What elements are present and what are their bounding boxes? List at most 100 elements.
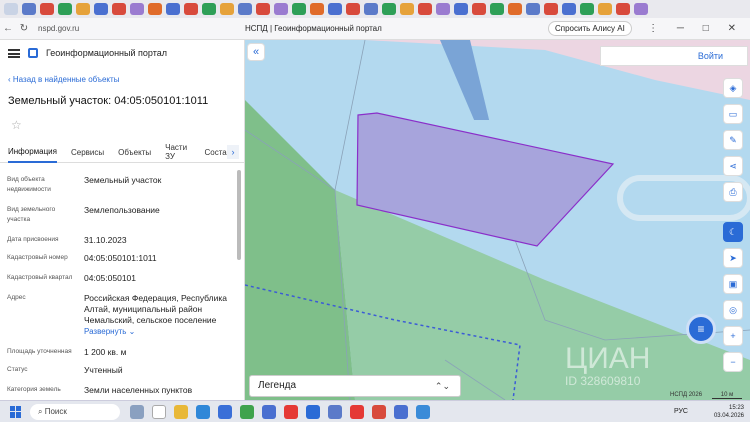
attribute-label: Вид объекта недвижимости [7,176,51,193]
back-arrow-icon[interactable]: ← [0,23,16,34]
map-canvas[interactable]: ЦИАН ID 328609810 [245,40,750,400]
ruler-icon[interactable]: ▭ [723,104,743,124]
attribute-value: Российская Федерация, Республика Алтай, … [84,293,228,325]
tab-favicon-icon[interactable] [418,3,432,15]
tab-favicon-icon[interactable] [148,3,162,15]
url-field[interactable]: nspd.gov.ru [38,24,218,33]
basemap-icon[interactable]: ▣ [723,274,743,294]
app-icon[interactable] [372,405,386,419]
tabs-next-icon[interactable]: › [227,145,239,159]
tab-favicon-icon[interactable] [76,3,90,15]
attribute-value: 04:05:050101:1011 [84,253,157,263]
file-explorer-icon[interactable] [174,405,188,419]
legend-selector[interactable]: Легенда ⌃⌄ [249,375,461,397]
favorite-star-icon[interactable]: ☆ [11,118,22,132]
zoom-out-icon[interactable]: − [723,352,743,372]
road-strip [440,40,490,120]
tab-favicon-icon[interactable] [184,3,198,15]
chat-support-icon[interactable]: ☾ [723,222,743,242]
print-icon[interactable]: ⎙ [723,182,743,202]
tab-favicon-icon[interactable] [328,3,342,15]
draw-icon[interactable]: ✎ [723,130,743,150]
app-icon[interactable] [262,405,276,419]
tab-favicon-icon[interactable] [274,3,288,15]
windows-start-icon[interactable] [10,405,22,418]
tab-favicon-icon[interactable] [634,3,648,15]
attribute-label: Адрес [7,294,26,301]
address-bar: ← ↻ nspd.gov.ru НСПД | Геоинформационный… [0,18,750,40]
tab-favicon-icon[interactable] [292,3,306,15]
attribute-label: Площадь уточненная [7,348,72,355]
tab-favicon-icon[interactable] [364,3,378,15]
app-thumbnail-icon[interactable] [130,405,144,419]
tab-favicon-icon[interactable] [310,3,324,15]
tab-favicon-icon[interactable] [94,3,108,15]
expand-link[interactable]: Развернуть ⌄ [84,327,135,336]
clock[interactable]: 15:23 03.04.2026 [714,404,744,420]
tab-favicon-icon[interactable] [454,3,468,15]
task-view-icon[interactable] [152,405,166,419]
tab-favicon-icon[interactable] [112,3,126,15]
chat-icon[interactable]: ≡ [686,314,716,344]
tab-favicon-icon[interactable] [616,3,630,15]
tab-favicon-icon[interactable] [22,3,36,15]
map-copyright: НСПД 2026 [670,392,703,398]
zoom-in-icon[interactable]: + [723,326,743,346]
panel-scrollbar[interactable] [237,170,241,260]
app-icon[interactable] [394,405,408,419]
login-button[interactable]: Войти [600,46,748,66]
collapse-panel-button[interactable]: « [247,43,265,61]
compass-icon[interactable]: ◎ [723,300,743,320]
menu-icon[interactable] [8,48,20,58]
attribute-value: Землепользование [84,205,160,215]
tab-favicon-icon[interactable] [436,3,450,15]
yandex-browser-icon[interactable] [284,405,298,419]
map-scale: 10 м [712,392,742,399]
back-link[interactable]: ‹ Назад в найденные объекты [8,75,119,84]
layers-icon[interactable]: ◈ [723,78,743,98]
store-icon[interactable] [218,405,232,419]
attribute-label: Категория земель [7,386,61,393]
refresh-icon[interactable]: ↻ [16,23,32,34]
map-layers: ЦИАН ID 328609810 [245,40,750,400]
tab-favicon-icon[interactable] [508,3,522,15]
tab-favicon-icon[interactable] [562,3,576,15]
app-icon[interactable] [416,405,430,419]
tab-favicon-icon[interactable] [238,3,252,15]
locate-icon[interactable]: ➤ [723,248,743,268]
tab-favicon-icon[interactable] [526,3,540,15]
tab-favicon-icon[interactable] [58,3,72,15]
edge-icon[interactable] [196,405,210,419]
tab-info[interactable]: Информация [8,143,57,163]
tab-favicon-icon[interactable] [400,3,414,15]
tab-favicon-icon[interactable] [472,3,486,15]
tab-favicon-icon[interactable] [4,3,18,15]
chrome-icon[interactable] [240,405,254,419]
tab-services[interactable]: Сервисы [71,144,104,162]
app-icon[interactable] [328,405,342,419]
tab-favicon-icon[interactable] [490,3,504,15]
chevron-updown-icon: ⌃⌄ [434,381,450,391]
tab-favicon-icon[interactable] [580,3,594,15]
tab-favicon-icon[interactable] [130,3,144,15]
tab-favicon-icon[interactable] [544,3,558,15]
ask-alice-button[interactable]: Спросить Алису AI [548,21,632,36]
tab-favicon-icon[interactable] [256,3,270,15]
language-indicator[interactable]: РУС [674,408,688,415]
tab-favicon-icon[interactable] [382,3,396,15]
yandex-icon[interactable] [350,405,364,419]
tab-favicon-icon[interactable] [202,3,216,15]
tab-objects[interactable]: Объекты [118,144,151,162]
browser-menu-icons[interactable]: ⋮ ─ □ ✕ [648,23,744,34]
tab-favicon-icon[interactable] [166,3,180,15]
tab-favicon-icon[interactable] [598,3,612,15]
tab-parts[interactable]: Части ЗУ [165,139,190,166]
taskbar-search[interactable]: ⌕ Поиск [30,403,120,420]
tab-favicon-icon[interactable] [346,3,360,15]
tab-favicon-icon[interactable] [40,3,54,15]
tab-favicon-icon[interactable] [220,3,234,15]
share-icon[interactable]: ⋖ [723,156,743,176]
yandex-icon[interactable] [306,405,320,419]
attribute-label: Дата присвоения [7,236,59,243]
info-panel: Геоинформационный портал ‹ Назад в найде… [0,40,245,400]
